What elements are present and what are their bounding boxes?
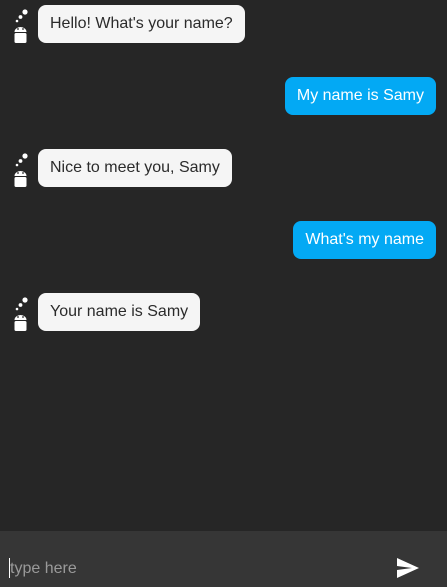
message-row-user: What's my name <box>0 221 447 261</box>
bot-message-bubble: Hello! What's your name? <box>38 5 245 43</box>
bot-message-bubble: Your name is Samy <box>38 293 201 331</box>
message-row-bot: Nice to meet you, Samy <box>0 149 447 189</box>
message-input[interactable] <box>0 531 380 587</box>
chat-app: Hello! What's your name? My name is Samy… <box>0 0 447 587</box>
robot-icon <box>11 295 31 331</box>
user-message-bubble: My name is Samy <box>284 77 436 115</box>
message-row-bot: Hello! What's your name? <box>0 5 447 45</box>
text-caret <box>9 558 10 578</box>
message-row-user: My name is Samy <box>0 77 447 117</box>
send-icon <box>388 557 428 579</box>
robot-icon <box>11 151 31 187</box>
bot-message-bubble: Nice to meet you, Samy <box>38 149 232 187</box>
message-composer <box>0 531 447 587</box>
user-message-bubble: What's my name <box>293 221 436 259</box>
send-button[interactable] <box>388 551 428 585</box>
message-list[interactable]: Hello! What's your name? My name is Samy… <box>0 0 447 531</box>
robot-icon <box>11 7 31 43</box>
message-row-bot: Your name is Samy <box>0 293 447 333</box>
